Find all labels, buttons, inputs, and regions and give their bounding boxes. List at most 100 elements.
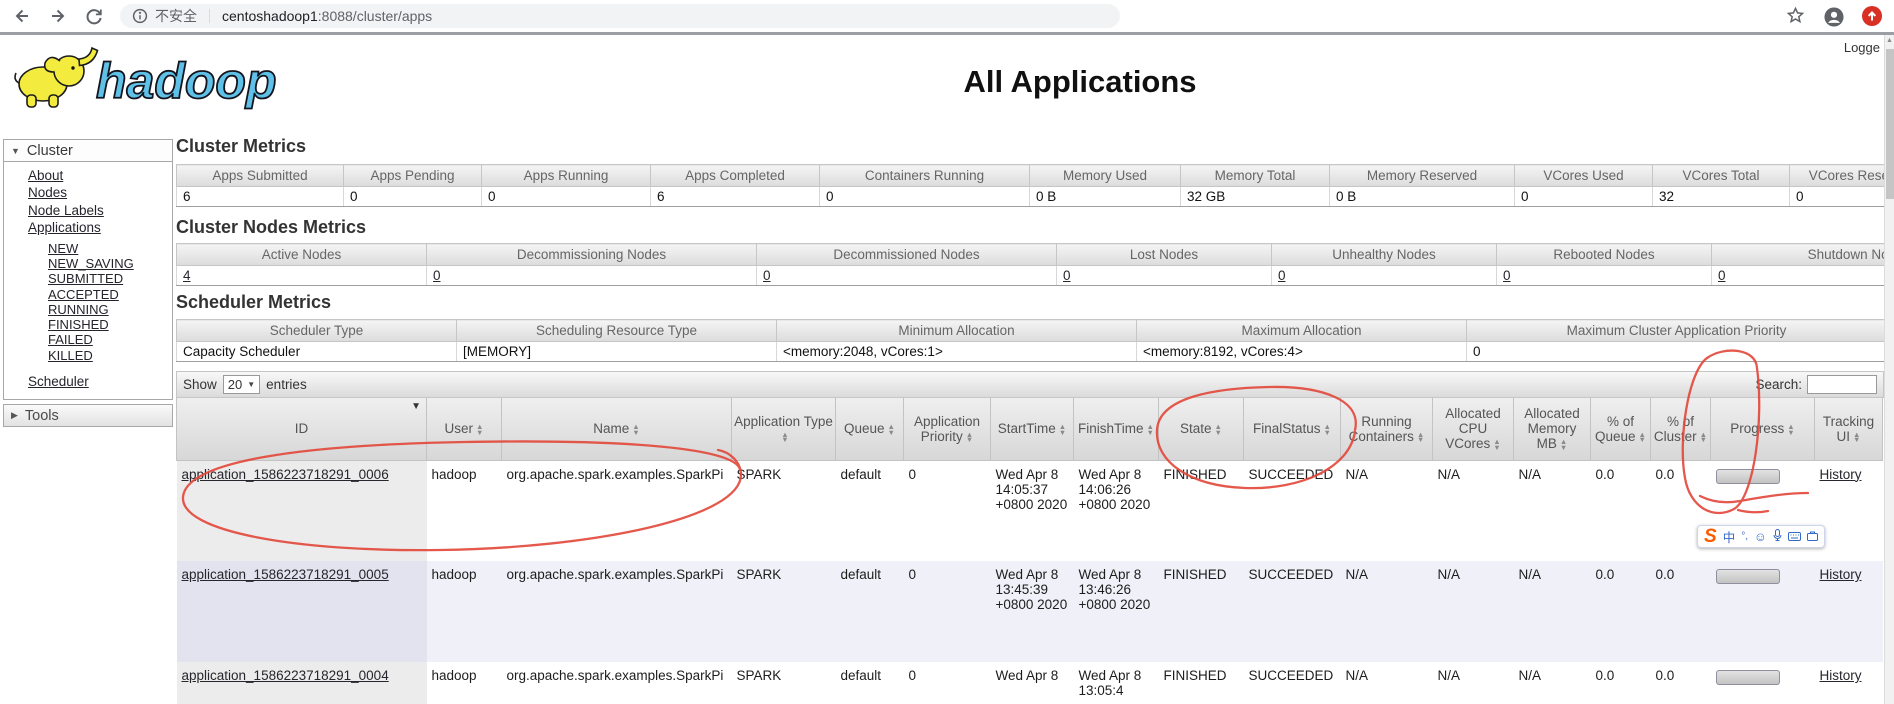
cell-memory: N/A — [1518, 668, 1542, 683]
chinese-mode-icon[interactable]: 中 — [1723, 527, 1736, 546]
cell-name: org.apache.spark.examples.SparkPi — [506, 466, 724, 482]
active-nodes-link[interactable]: 4 — [183, 268, 191, 283]
header-finalstatus[interactable]: FinalStatus ▲ ▼ — [1243, 398, 1341, 461]
col-shutdown-nodes: Shutdown Nodes — [1711, 243, 1884, 266]
sort-icon: ▲ ▼ — [1214, 422, 1222, 437]
header-progress[interactable]: Progress ▲ ▼ — [1710, 398, 1815, 461]
sidebar-item-scheduler[interactable]: Scheduler — [28, 373, 172, 390]
sort-icon: ▲ ▼ — [1058, 422, 1067, 437]
chrome-actions — [1786, 6, 1882, 27]
keyboard-icon[interactable] — [1787, 529, 1801, 544]
col-apps-running: Apps Running — [481, 164, 651, 187]
punctuation-icon[interactable]: °, — [1741, 531, 1748, 542]
vertical-scrollbar[interactable]: ▲ — [1884, 35, 1894, 704]
security-label: 不安全 — [155, 8, 197, 24]
unhealthy-nodes-link[interactable]: 0 — [1278, 268, 1286, 283]
header-allocated-memory-mb[interactable]: Allocated Memory MB ▲ ▼ — [1513, 398, 1591, 461]
max-cluster-app-priority-value: 0 — [1466, 341, 1884, 362]
scroll-up-icon[interactable]: ▲ — [1886, 37, 1893, 44]
cell-containers: N/A — [1345, 466, 1369, 482]
header-id[interactable]: ID ▼ — [176, 398, 427, 461]
cell-cpu: N/A — [1437, 668, 1461, 683]
sidebar-item-accepted[interactable]: ACCEPTED — [48, 287, 172, 302]
header-finishtime[interactable]: FinishTime ▲ ▼ — [1073, 398, 1159, 461]
sidebar-section-tools[interactable]: ▶ Tools — [3, 404, 173, 428]
memory-used-value: 0 B — [1029, 186, 1181, 207]
header-application-type[interactable]: Application Type ▲ ▼ — [731, 398, 836, 461]
header-state[interactable]: State ▲ ▼ — [1158, 398, 1244, 461]
cell-memory: N/A — [1518, 567, 1542, 582]
bookmark-star-icon[interactable] — [1786, 6, 1806, 26]
sort-icon: ▲ ▼ — [1638, 429, 1646, 445]
col-apps-submitted: Apps Submitted — [176, 164, 344, 187]
progress-bar — [1715, 670, 1780, 685]
cell-cpu: N/A — [1437, 466, 1461, 482]
reload-icon[interactable] — [84, 6, 104, 26]
scheduler-type-value: Capacity Scheduler — [176, 341, 457, 362]
header-pct-of-queue[interactable]: % of Queue ▲ ▼ — [1590, 398, 1651, 461]
header-starttime[interactable]: StartTime ▲ ▼ — [990, 398, 1074, 461]
info-icon[interactable] — [132, 8, 148, 24]
lost-nodes-link[interactable]: 0 — [1063, 268, 1071, 283]
elephant-icon — [14, 46, 99, 108]
sidebar-item-submitted[interactable]: SUBMITTED — [48, 271, 172, 286]
sidebar-item-applications[interactable]: Applications — [28, 219, 172, 236]
header-user[interactable]: User ▲ ▼ — [426, 398, 502, 461]
header-tracking-ui[interactable]: Tracking UI ▲ ▼ — [1814, 398, 1883, 461]
history-link[interactable]: History — [1820, 668, 1862, 683]
profile-avatar-icon[interactable] — [1824, 6, 1844, 27]
sidebar-item-failed[interactable]: FAILED — [48, 332, 172, 347]
sidebar-item-new-saving[interactable]: NEW_SAVING — [48, 256, 172, 271]
entries-select[interactable]: 20 ▼ — [222, 375, 261, 394]
search-input[interactable] — [1807, 375, 1877, 394]
sidebar-item-about[interactable]: About — [28, 167, 172, 184]
chevron-down-icon: ▼ — [11, 145, 20, 156]
forward-icon[interactable] — [48, 6, 68, 26]
sort-icon: ▲ ▼ — [632, 422, 640, 437]
header-pct-of-cluster[interactable]: % of Cluster ▲ ▼ — [1650, 398, 1711, 461]
col-scheduler-type: Scheduler Type — [176, 319, 457, 342]
memory-reserved-value: 0 B — [1329, 186, 1515, 207]
header-running-containers[interactable]: Running Containers ▲ ▼ — [1340, 398, 1433, 461]
sidebar-item-new[interactable]: NEW — [48, 241, 172, 256]
rebooted-nodes-link[interactable]: 0 — [1503, 268, 1511, 283]
decommissioned-nodes-link[interactable]: 0 — [763, 268, 771, 283]
scrollbar-thumb[interactable] — [1886, 49, 1894, 199]
sogou-logo-icon[interactable]: S — [1704, 527, 1717, 546]
header-application-priority[interactable]: Application Priority ▲ ▼ — [903, 398, 991, 461]
sidebar-item-finished[interactable]: FINISHED — [48, 317, 172, 332]
history-link[interactable]: History — [1820, 467, 1862, 482]
cluster-nodes-metrics-table: Active Nodes Decommissioning Nodes Decom… — [176, 243, 1884, 286]
sidebar-section-cluster[interactable]: ▼ Cluster — [3, 139, 173, 162]
address-bar[interactable]: 不安全 centoshadoop1:8088/cluster/apps — [120, 4, 1120, 28]
cell-state: FINISHED — [1163, 668, 1227, 683]
shutdown-nodes-link[interactable]: 0 — [1718, 268, 1726, 283]
url-host: centoshadoop1 — [222, 8, 318, 24]
application-id-link[interactable]: application_1586223718291_0006 — [182, 467, 389, 482]
sidebar-item-killed[interactable]: KILLED — [48, 348, 172, 363]
toolbox-icon[interactable] — [1806, 529, 1818, 544]
decommissioning-nodes-link[interactable]: 0 — [433, 268, 441, 283]
cell-starttime: Wed Apr 8 14:05:37 +0800 2020 — [995, 466, 1068, 512]
sidebar-item-running[interactable]: RUNNING — [48, 302, 172, 317]
history-link[interactable]: History — [1820, 567, 1862, 582]
header-name[interactable]: Name ▲ ▼ — [501, 398, 732, 461]
header-allocated-cpu-vcores[interactable]: Allocated CPU VCores ▲ ▼ — [1432, 398, 1514, 461]
application-id-link[interactable]: application_1586223718291_0004 — [182, 668, 389, 683]
emoji-icon[interactable]: ☺ — [1754, 530, 1767, 544]
col-decommissioning-nodes: Decommissioning Nodes — [426, 243, 757, 266]
application-id-link[interactable]: application_1586223718291_0005 — [182, 567, 389, 582]
header-queue[interactable]: Queue ▲ ▼ — [835, 398, 904, 461]
logo-wordmark: hadoop — [96, 53, 277, 109]
progress-bar — [1715, 569, 1780, 584]
apps-completed-value: 6 — [650, 186, 820, 207]
microphone-icon[interactable] — [1773, 528, 1782, 545]
col-lost-nodes: Lost Nodes — [1056, 243, 1272, 266]
sidebar-item-nodes[interactable]: Nodes — [28, 184, 172, 201]
chevron-right-icon: ▶ — [11, 410, 18, 421]
sort-icon: ▲ ▼ — [887, 422, 895, 437]
cell-memory: N/A — [1518, 466, 1542, 482]
back-icon[interactable] — [12, 6, 32, 26]
sidebar-item-node-labels[interactable]: Node Labels — [28, 202, 172, 219]
chrome-update-icon[interactable] — [1862, 6, 1882, 26]
